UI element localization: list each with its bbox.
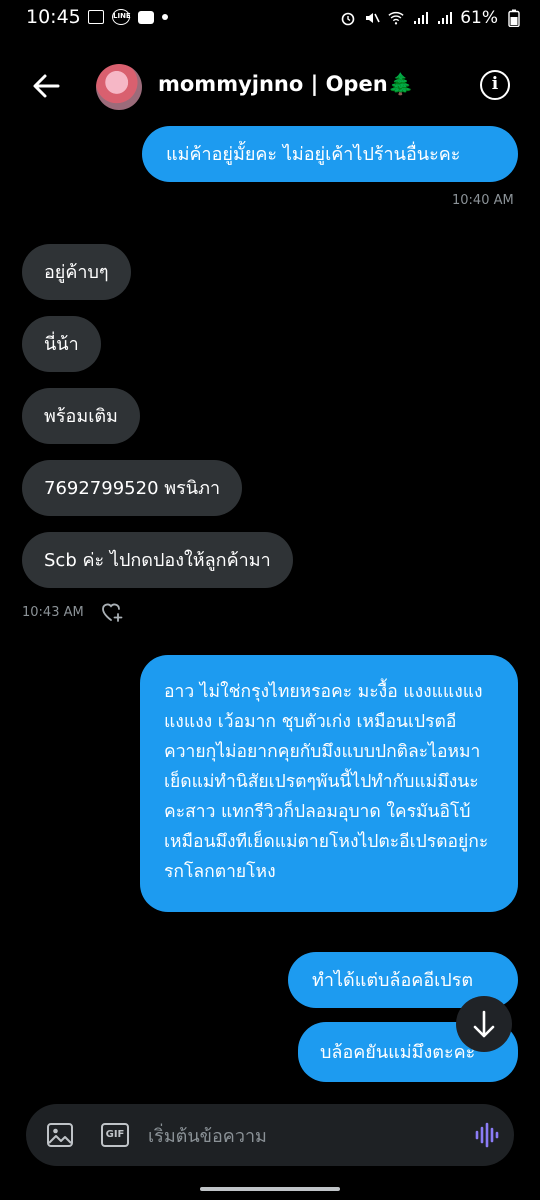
message-text: ทำได้แต่บล้อคอีเปรต	[312, 969, 474, 991]
message-text: นี่น้า	[44, 333, 79, 355]
message-text: อาว ไม่ใช่กรุงไทยหรอคะ มะงื้อ แงงแแงแงแง…	[164, 682, 489, 882]
message-text: 7692799520 พรนิภา	[44, 477, 221, 499]
info-icon[interactable]: i	[480, 70, 510, 100]
alarm-icon	[340, 10, 356, 26]
message-input[interactable]: เริ่มต้นข้อความ	[148, 1121, 267, 1150]
message-bubble-outgoing[interactable]: แม่ค้าอยู่มั้ยคะ ไม่อยู่เค้าไปร้านอื่นะค…	[142, 126, 518, 182]
mute-icon	[364, 10, 380, 26]
image-icon[interactable]	[45, 1120, 75, 1150]
message-timestamp: 10:40 AM	[452, 193, 514, 208]
status-time: 10:45	[26, 6, 81, 28]
home-indicator[interactable]	[200, 1187, 340, 1191]
message-bubble-incoming[interactable]: 7692799520 พรนิภา	[22, 460, 243, 516]
contact-avatar[interactable]	[96, 64, 142, 110]
status-right: 61%	[340, 8, 522, 28]
line-notification-icon: LINE	[112, 9, 131, 25]
contact-name[interactable]: mommyjnno | Open🌲	[158, 72, 414, 97]
voice-wave-icon[interactable]	[472, 1120, 502, 1150]
arrow-down-icon	[473, 1010, 495, 1038]
scroll-to-bottom-button[interactable]	[456, 996, 512, 1052]
battery-icon	[506, 9, 522, 27]
message-bubble-incoming[interactable]: พร้อมเติม	[22, 388, 140, 444]
battery-percent: 61%	[460, 8, 498, 28]
signal-icon	[412, 10, 429, 26]
signal-icon-2	[436, 10, 453, 26]
message-text: อยู่ค้าบๆ	[44, 261, 109, 283]
status-left-icons: LINE	[88, 9, 168, 25]
message-bubble-incoming[interactable]: Scb ค่ะ ไปกดปองให้ลูกค้ามา	[22, 532, 293, 588]
message-text: แม่ค้าอยู่มั้ยคะ ไม่อยู่เค้าไปร้านอื่นะค…	[166, 143, 461, 165]
message-text: บล้อคยันแม่มึงตะคะ	[320, 1041, 476, 1063]
wifi-icon	[388, 10, 404, 26]
message-text: พร้อมเติม	[44, 405, 118, 427]
message-timestamp: 10:43 AM	[22, 605, 84, 620]
message-bubble-incoming[interactable]: นี่น้า	[22, 316, 101, 372]
message-bubble-outgoing[interactable]: อาว ไม่ใช่กรุงไทยหรอคะ มะงื้อ แงงแแงแงแง…	[140, 655, 518, 912]
message-text: Scb ค่ะ ไปกดปองให้ลูกค้ามา	[44, 549, 271, 571]
gallery-notification-icon	[88, 10, 104, 24]
chat-notification-icon	[138, 10, 154, 24]
heart-plus-icon[interactable]	[100, 600, 124, 624]
gif-icon[interactable]: GIF	[101, 1123, 129, 1147]
back-arrow-icon[interactable]	[28, 68, 64, 104]
message-bubble-incoming[interactable]: อยู่ค้าบๆ	[22, 244, 131, 300]
more-notifications-icon	[162, 14, 168, 20]
message-composer[interactable]	[26, 1104, 514, 1166]
